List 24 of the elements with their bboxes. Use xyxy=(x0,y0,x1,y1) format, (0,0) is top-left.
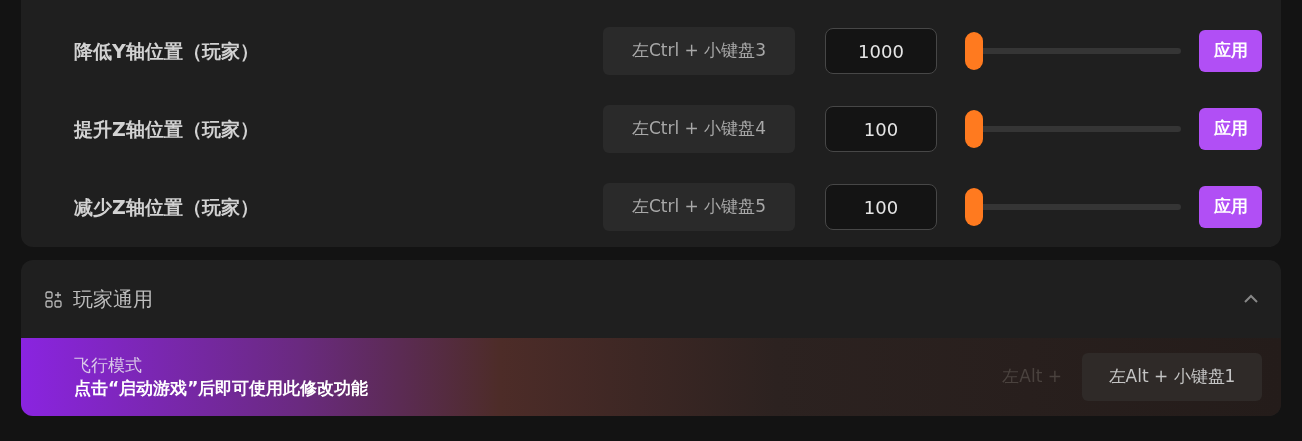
hotkey-badge[interactable]: 左Ctrl + 小键盘4 xyxy=(603,105,795,153)
apply-button[interactable]: 应用 xyxy=(1199,30,1262,72)
slider-thumb[interactable] xyxy=(965,32,983,70)
feature-name: 飞行模式 xyxy=(74,354,143,376)
feature-notice: 点击“启动游戏”后即可使用此修改功能 xyxy=(74,377,370,400)
apply-button[interactable]: 应用 xyxy=(1199,186,1262,228)
chevron-icon[interactable] xyxy=(1243,294,1259,304)
value-input[interactable]: 1000 xyxy=(825,28,937,74)
section-title: 玩家通用 xyxy=(73,286,154,313)
value-input[interactable]: 100 xyxy=(825,184,937,230)
setting-label: 减少Z轴位置（玩家） xyxy=(74,194,260,220)
slider-thumb[interactable] xyxy=(965,188,983,226)
slider-track[interactable] xyxy=(965,110,1181,148)
slider-thumb[interactable] xyxy=(965,110,983,148)
hotkey-badge[interactable]: 左Ctrl + 小键盘5 xyxy=(603,183,795,231)
setting-label: 降低Y轴位置（玩家） xyxy=(74,38,260,64)
hotkey-badge[interactable]: 左Ctrl + 小键盘3 xyxy=(603,27,795,75)
value-input[interactable]: 100 xyxy=(825,106,937,152)
slider-track[interactable] xyxy=(965,32,1181,70)
slider-track[interactable] xyxy=(965,188,1181,226)
apps-icon xyxy=(45,290,62,308)
setting-label: 提升Z轴位置（玩家） xyxy=(74,116,260,142)
hotkey-badge[interactable]: 左Alt + 小键盘1 xyxy=(1082,353,1262,401)
apply-button[interactable]: 应用 xyxy=(1199,108,1262,150)
